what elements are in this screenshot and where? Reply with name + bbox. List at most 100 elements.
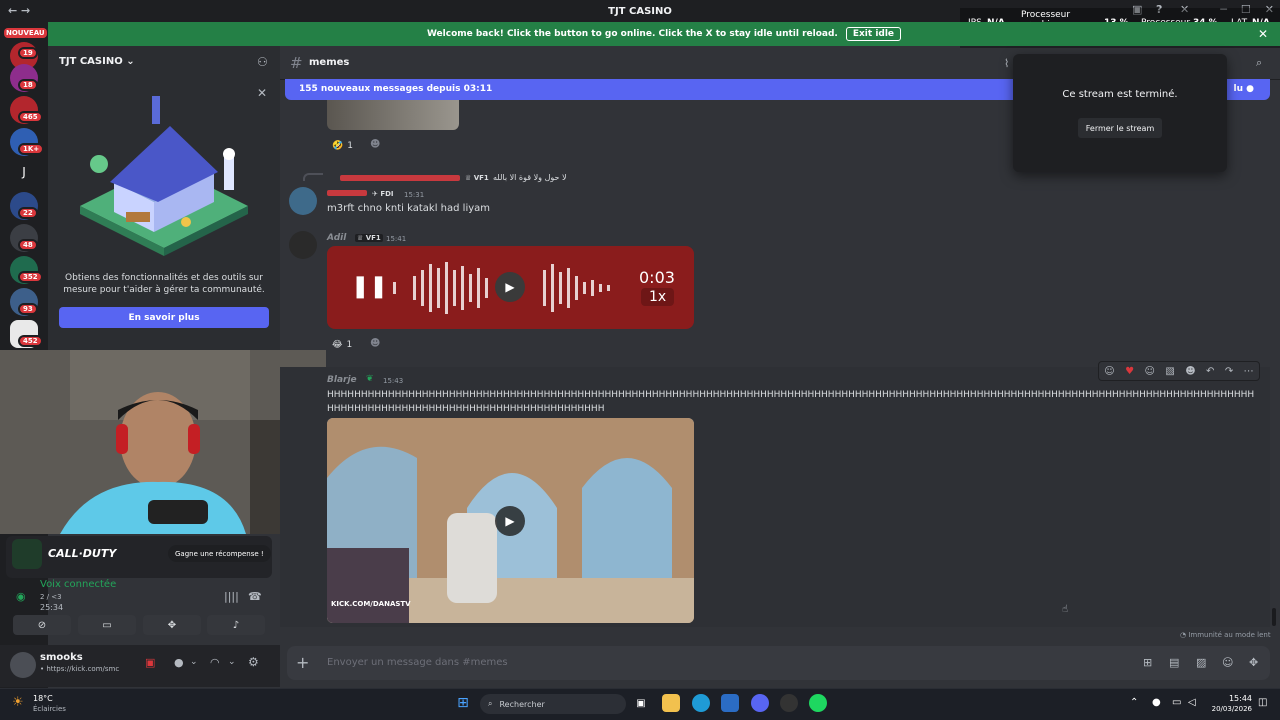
sticker-icon[interactable]: ▨	[1196, 656, 1206, 669]
reaction-count: 1	[346, 340, 353, 350]
activities-button[interactable]: ✥	[143, 615, 201, 635]
server-badge-8: 352	[18, 271, 43, 283]
heart-reaction-icon[interactable]: ♥	[1125, 366, 1134, 377]
video-embed[interactable]: ▶ KICK.COM/DANASTV	[327, 418, 694, 623]
learn-more-button[interactable]: En savoir plus	[59, 307, 269, 328]
weather-icon[interactable]: ☀	[12, 695, 24, 710]
edge-icon[interactable]	[692, 694, 710, 712]
avatar[interactable]	[289, 231, 317, 259]
webcam-overlay	[0, 350, 326, 534]
slowmode-note: ◔ Immunité au mode lent	[1180, 631, 1271, 639]
add-reaction-icon[interactable]: ☻	[370, 338, 380, 349]
taskbar-search[interactable]: ⌕ Rechercher	[480, 694, 626, 714]
window-title: TJT CASINO	[608, 5, 672, 17]
mark-read-icon: ●	[1246, 84, 1254, 94]
threads-icon[interactable]: ⌇	[1004, 57, 1009, 70]
role-tag-text: VF1	[365, 234, 381, 242]
voice-status[interactable]: Voix connectée	[40, 579, 116, 590]
pause-icon[interactable]: ❚❚	[351, 274, 388, 299]
reward-button[interactable]: Gagne une récompense !	[168, 545, 271, 562]
reply-preview[interactable]: لا حول ولا قوة الا بالله	[493, 173, 567, 182]
volume-icon[interactable]: ◁	[1188, 697, 1196, 708]
scrollbar-thumb[interactable]	[1272, 608, 1276, 626]
server-badge-1: 19	[18, 47, 38, 59]
voice-channel[interactable]: 2 / <3	[40, 593, 62, 601]
back-forward-icons[interactable]: ← →	[8, 4, 30, 17]
attach-plus-icon[interactable]: +	[296, 653, 309, 672]
headphones-chevron-icon[interactable]: ⌄	[228, 657, 236, 667]
weather-desc: Éclaircies	[33, 705, 66, 713]
discord-icon[interactable]	[751, 694, 769, 712]
reply-line	[303, 173, 323, 181]
message-author[interactable]: Blarje	[327, 375, 357, 385]
apps-icon[interactable]: ✥	[1249, 656, 1258, 669]
mark-read-link[interactable]: lu ●	[1234, 84, 1255, 94]
laugh-reaction-icon[interactable]: ☺	[1104, 366, 1114, 377]
reply-icon[interactable]: ↶	[1206, 366, 1214, 377]
emoji-icon[interactable]: ☺	[1222, 656, 1233, 669]
edit-image-icon[interactable]: ▧	[1165, 366, 1174, 377]
clock-date[interactable]: 20/03/2026	[1206, 705, 1252, 713]
game-controller-icon[interactable]: ▣	[145, 656, 155, 669]
reply-tag-text: VF1	[473, 174, 489, 182]
camera-off-button[interactable]: ⊘	[13, 615, 71, 635]
username[interactable]: smooks	[40, 652, 83, 663]
clock-time[interactable]: 15:44	[1206, 694, 1252, 703]
play-icon[interactable]: ▶	[495, 506, 525, 536]
notifications-icon[interactable]: ◫	[1258, 697, 1267, 708]
app-icon[interactable]	[780, 694, 798, 712]
spotify-icon[interactable]	[809, 694, 827, 712]
message-time: 15:43	[383, 377, 404, 385]
message-author[interactable]	[327, 190, 367, 196]
gear-icon[interactable]: ⚙	[248, 655, 259, 669]
add-reaction-icon[interactable]: ☻	[370, 139, 380, 150]
file-explorer-icon[interactable]	[662, 694, 680, 712]
windows-start-icon[interactable]: ⊞	[454, 694, 472, 712]
playback-speed[interactable]: 1x	[641, 288, 675, 306]
server-name: TJT CASINO	[59, 56, 123, 67]
message-text: HHHHHHHHHHHHHHHHHHHHHHHHHHHHHHHHHHHHHHHH…	[327, 390, 1255, 414]
gift-icon[interactable]: ⊞	[1143, 656, 1152, 669]
server-name-header[interactable]: TJT CASINO ⌄	[59, 56, 135, 67]
mic-tray-icon[interactable]: ●	[1152, 697, 1161, 708]
rofl-reaction-icon[interactable]: ☺	[1144, 366, 1154, 377]
idle-banner: Welcome back! Click the button to go onl…	[48, 22, 1280, 46]
banner-close-icon[interactable]: ✕	[1258, 27, 1268, 41]
screen-share-button[interactable]: ▭	[78, 615, 136, 635]
promo-close-icon[interactable]: ✕	[257, 86, 267, 100]
weather-temp[interactable]: 18°C	[33, 694, 53, 703]
task-view-icon[interactable]: ▣	[632, 694, 650, 712]
headphones-icon[interactable]: ◠	[210, 656, 220, 669]
reply-author[interactable]	[340, 175, 460, 181]
store-icon[interactable]	[721, 694, 739, 712]
more-icon[interactable]: ⋯	[1244, 366, 1254, 377]
gif-icon[interactable]: ▤	[1169, 656, 1179, 669]
mic-chevron-icon[interactable]: ⌄	[190, 657, 198, 667]
search-icon[interactable]: ⌕	[1256, 56, 1262, 70]
avatar[interactable]	[289, 187, 317, 215]
play-icon[interactable]: ▶	[495, 272, 525, 302]
microphone-icon[interactable]: ●	[174, 656, 184, 669]
add-reaction-icon[interactable]: ☻	[1185, 366, 1195, 377]
network-icon[interactable]: ▭	[1172, 697, 1181, 708]
soundboard-button[interactable]: ♪	[207, 615, 265, 635]
message-image[interactable]	[327, 100, 459, 130]
house-illustration	[80, 96, 248, 256]
forward-icon[interactable]: ↷	[1225, 366, 1233, 377]
role-tag: ✈ FDI	[372, 190, 394, 198]
disconnect-icon[interactable]: ☎	[248, 590, 262, 603]
noise-suppression-icon[interactable]: ||||	[224, 590, 239, 603]
tray-chevron-icon[interactable]: ⌃	[1130, 697, 1138, 708]
banner-text: Welcome back! Click the button to go onl…	[426, 29, 838, 39]
invite-people-icon[interactable]: ⚇	[257, 55, 268, 69]
reaction-count: 1	[347, 141, 353, 151]
close-stream-button[interactable]: Fermer le stream	[1078, 118, 1162, 138]
stream-ended-text: Ce stream est terminé.	[1062, 89, 1178, 100]
reaction-pill[interactable]: 🤣 1	[328, 138, 357, 154]
reaction-pill[interactable]: 😂 1	[328, 337, 356, 353]
avatar[interactable]	[10, 652, 36, 678]
message-author[interactable]: Adil	[327, 233, 346, 243]
message-input[interactable]: Envoyer un message dans #memes	[327, 657, 508, 668]
exit-idle-button[interactable]: Exit idle	[845, 27, 902, 41]
server-icon-5[interactable]: J	[10, 158, 38, 186]
